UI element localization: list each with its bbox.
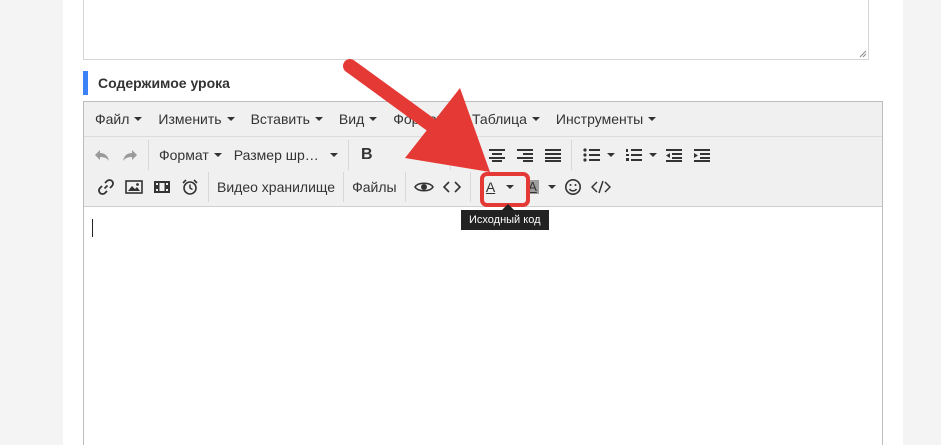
image-icon (125, 180, 143, 194)
format-select[interactable]: Формат (153, 141, 228, 169)
format-select-label: Формат (159, 147, 209, 163)
bullet-list-button[interactable] (576, 141, 604, 169)
files-label: Файлы (352, 179, 397, 195)
source-code-icon (442, 181, 461, 193)
caret-down-icon (329, 153, 338, 157)
menu-file[interactable]: Файл (87, 104, 150, 134)
menu-label: Инструменты (555, 111, 644, 127)
text-caret (92, 219, 93, 237)
undo-icon (95, 150, 109, 161)
previous-textarea[interactable] (83, 0, 869, 60)
list-indent-group (572, 140, 720, 170)
indent-button[interactable] (688, 141, 716, 169)
numbered-list-button[interactable] (618, 141, 646, 169)
smiley-icon (564, 179, 581, 195)
redo-button[interactable] (116, 141, 144, 169)
menu-table[interactable]: Таблица (464, 104, 548, 134)
menu-edit[interactable]: Изменить (150, 104, 242, 134)
video-storage-group: Видео хранилище (209, 172, 345, 202)
align-right-icon (516, 149, 533, 162)
caret-down-icon (648, 153, 657, 157)
image-button[interactable] (120, 173, 148, 201)
font-size-select-label: Размер шр… (233, 147, 319, 163)
numbered-list-icon (625, 149, 642, 161)
align-center-button[interactable] (483, 141, 511, 169)
bold-button[interactable]: B (353, 141, 381, 169)
toolbar-row-1: Формат Размер шр… B (84, 140, 720, 170)
caret-down-icon (314, 117, 323, 121)
align-center-icon (488, 149, 505, 162)
menu-tools[interactable]: Инструменты (548, 104, 664, 134)
caret-down-icon (447, 117, 456, 121)
media-button[interactable] (148, 173, 176, 201)
editor-content-area[interactable] (84, 209, 882, 445)
font-size-select[interactable]: Размер шр… (228, 141, 344, 169)
caret-down-icon (134, 117, 143, 121)
align-right-button[interactable] (511, 141, 539, 169)
preview-button[interactable] (410, 173, 438, 201)
align-justify-button[interactable] (539, 141, 567, 169)
rich-text-editor: Файл Изменить Вставить Вид Формат Таблиц… (83, 101, 883, 445)
bullet-list-dropdown[interactable] (604, 141, 618, 169)
background-color-dropdown[interactable] (545, 173, 559, 201)
bullet-list-icon (583, 148, 600, 162)
menu-insert[interactable]: Вставить (243, 104, 331, 134)
menu-format[interactable]: Формат (385, 104, 464, 134)
link-icon (98, 179, 114, 195)
align-left-button[interactable] (455, 141, 483, 169)
bold-label: B (360, 146, 373, 163)
section-heading: Содержимое урока (83, 71, 230, 95)
source-code-tooltip: Исходный код (461, 210, 549, 230)
format-group: Формат Размер шр… (149, 140, 349, 170)
view-group (406, 172, 471, 202)
indent-icon (693, 149, 710, 162)
video-storage-button[interactable]: Видео хранилище (213, 173, 339, 201)
menu-label: Изменить (158, 111, 222, 127)
caret-down-icon (648, 117, 657, 121)
caret-down-icon (547, 185, 556, 189)
numbered-list-dropdown[interactable] (646, 141, 660, 169)
align-justify-icon (544, 149, 561, 162)
insert-time-button[interactable] (176, 173, 204, 201)
history-group (84, 140, 149, 170)
section-title-text: Содержимое урока (98, 75, 230, 91)
text-style-group: B (349, 140, 451, 170)
eye-icon (413, 182, 434, 192)
emoticons-button[interactable] (559, 173, 587, 201)
menu-view[interactable]: Вид (331, 104, 385, 134)
caret-down-icon (213, 153, 222, 157)
menu-label: Файл (95, 111, 130, 127)
caret-down-icon (369, 117, 378, 121)
menu-label: Вставить (250, 111, 310, 127)
alignment-group (451, 140, 572, 170)
files-button[interactable]: Файлы (348, 173, 400, 201)
toolbar-row-2: Видео хранилище Файлы A A (84, 172, 619, 202)
caret-down-icon (226, 117, 235, 121)
source-code-button[interactable] (438, 173, 466, 201)
outdent-button[interactable] (660, 141, 688, 169)
video-storage-label: Видео хранилище (217, 179, 336, 195)
alarm-clock-icon (182, 179, 198, 195)
code-sample-button[interactable] (587, 173, 615, 201)
caret-down-icon (531, 117, 540, 121)
caret-down-icon (606, 153, 615, 157)
files-group: Файлы (344, 172, 406, 202)
menu-label: Формат (393, 111, 443, 127)
redo-icon (123, 150, 137, 161)
menu-label: Вид (338, 111, 365, 127)
code-sample-icon (590, 180, 611, 194)
menu-label: Таблица (471, 111, 527, 127)
tooltip-text: Исходный код (469, 214, 541, 226)
undo-button[interactable] (88, 141, 116, 169)
media-icon (154, 181, 170, 193)
annotation-highlight-box (480, 172, 530, 207)
editor-menubar: Файл Изменить Вставить Вид Формат Таблиц… (84, 102, 882, 137)
outdent-icon (665, 149, 682, 162)
section-accent-bar (83, 71, 88, 95)
resize-handle-icon[interactable] (858, 49, 867, 58)
link-button[interactable] (92, 173, 120, 201)
insert-group (84, 172, 209, 202)
align-left-icon (460, 149, 477, 162)
